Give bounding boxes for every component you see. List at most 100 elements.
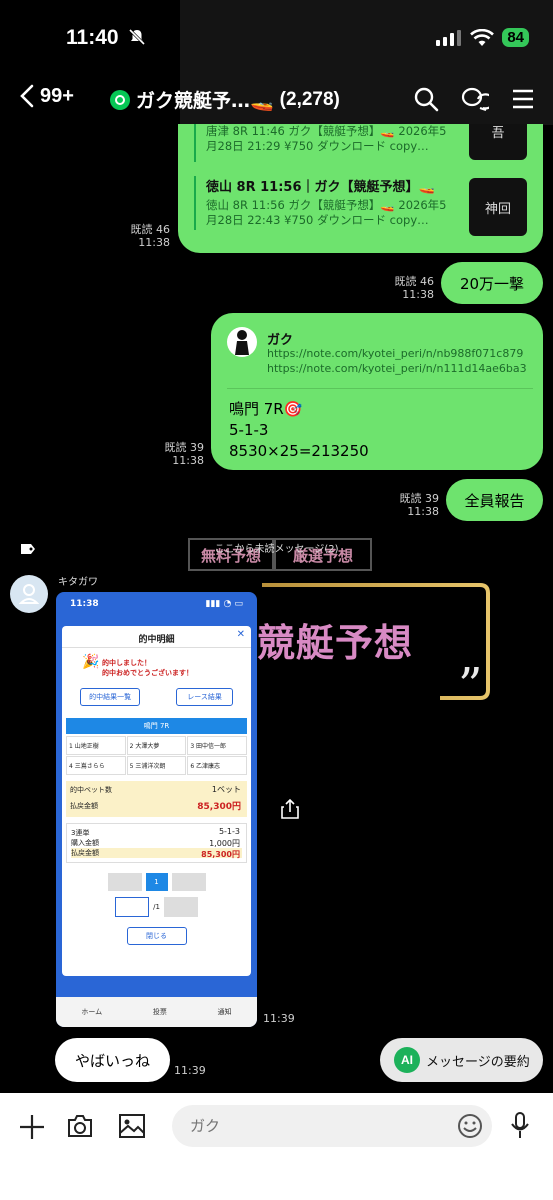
image-close-btn: 閉じる bbox=[126, 927, 187, 945]
message-text: 鳴門 7R🎯 5-1-3 8530×25=213250 bbox=[229, 399, 369, 462]
chat-title[interactable]: ガク競艇予…🚤 (2,278) bbox=[110, 86, 340, 113]
emoji-icon[interactable] bbox=[457, 1113, 483, 1139]
unread-count: 99+ bbox=[40, 84, 74, 107]
microphone-icon[interactable] bbox=[509, 1111, 531, 1141]
image-sheet-title: 的中明細 bbox=[62, 626, 251, 648]
menu-icon[interactable] bbox=[511, 86, 535, 112]
link-card-desc: 唐津 8R 11:46 ガク【競艇予想】🚤 2026年5 bbox=[206, 124, 447, 138]
link-cards-bubble[interactable]: 唐津 8R 11:46 ガク【競艇予想】🚤 2026年5 月28日 21:29 … bbox=[178, 124, 543, 253]
message-meta: 既読 46 11:38 bbox=[120, 223, 171, 249]
summary-button[interactable]: AI メッセージの要約 bbox=[380, 1038, 543, 1082]
image-btn-list: 的中結果一覧 bbox=[80, 688, 141, 706]
image-pager: 1 bbox=[62, 873, 251, 891]
message-input[interactable] bbox=[172, 1105, 492, 1147]
read-count: 既読 46 bbox=[394, 275, 435, 288]
search-icon[interactable] bbox=[413, 86, 439, 112]
status-time: 11:40 bbox=[66, 26, 146, 50]
message-line: 鳴門 7R🎯 bbox=[229, 400, 303, 418]
image-congrats-2: 的中おめでとうございます！ bbox=[102, 669, 193, 677]
sender-avatar[interactable] bbox=[10, 575, 48, 613]
link-url[interactable]: https://note.com/kyotei_peri/n/nb988f071… bbox=[267, 347, 523, 360]
link-author: ガク bbox=[267, 333, 294, 348]
link-card-title: 徳山 8R 11:56｜ガク【競艇予想】🚤 bbox=[206, 180, 435, 195]
image-status-bar: 11:38 ▮▮▮ ◔ ▭ bbox=[56, 592, 257, 616]
message-time: 11:38 bbox=[172, 454, 204, 467]
unread-divider: ここから未読メッセージ(2) bbox=[0, 540, 553, 555]
message-meta: 既読 39 11:38 bbox=[154, 441, 205, 467]
link-card-desc: 月28日 21:29 ¥750 ダウンロード copy… bbox=[206, 139, 429, 153]
link-card-thumbnail: 吾 bbox=[469, 124, 527, 160]
read-count: 既読 39 bbox=[164, 441, 205, 454]
image-pay2-value: 85,300円 bbox=[201, 850, 240, 859]
image-page: 1 bbox=[145, 873, 168, 891]
sender-name: キタガワ bbox=[58, 577, 98, 588]
image-sheet: 的中明細 ✕ 的中しました！ 的中おめでとうございます！ 🎉 的中結果一覧 レー… bbox=[62, 626, 251, 976]
image-racer: 4 三嶌さらら bbox=[66, 756, 126, 775]
image-racers: 1 山地正樹 2 大澤大夢 3 田中信一郎 4 三嶌さらら 5 三浦洋次朗 6 … bbox=[66, 736, 247, 775]
background-headline: 競艇予想 bbox=[257, 620, 414, 665]
incoming-message[interactable]: やばいっね bbox=[55, 1038, 171, 1082]
message-bubble[interactable]: 全員報告 bbox=[446, 479, 543, 521]
image-racer: 3 田中信一郎 bbox=[187, 736, 247, 755]
image-bet-type: 3連単 bbox=[71, 829, 90, 837]
image-buy-value: 1,000円 bbox=[209, 839, 240, 848]
link-card-thumbnail: 神回 bbox=[469, 178, 527, 236]
unread-divider-text: ここから未読メッセージ(2) bbox=[214, 544, 339, 555]
image-btn-result: レース結果 bbox=[176, 688, 233, 706]
image-close-icon: ✕ bbox=[236, 629, 245, 640]
image-tab-home: ホーム bbox=[81, 1008, 103, 1016]
image-message[interactable]: 11:38 ▮▮▮ ◔ ▭ 的中明細 ✕ 的中しました！ 的中おめでとうございま… bbox=[56, 592, 257, 1027]
image-racer: 1 山地正樹 bbox=[66, 736, 126, 755]
input-bar bbox=[0, 1093, 553, 1200]
image-buttons: 的中結果一覧 レース結果 bbox=[62, 688, 251, 706]
plus-icon[interactable] bbox=[18, 1113, 46, 1141]
wifi-icon bbox=[470, 28, 495, 46]
message-meta: 既読 39 11:38 bbox=[389, 492, 440, 518]
image-tabbar: ホーム 投票 通知 bbox=[56, 997, 257, 1027]
link-preview-bubble[interactable]: ガク https://note.com/kyotei_peri/n/nb988f… bbox=[211, 313, 543, 470]
image-hit-box: 的中ベット数 1ベット 払戻金額 85,300円 bbox=[66, 781, 247, 817]
link-preview-header[interactable]: ガク https://note.com/kyotei_peri/n/nb988f… bbox=[227, 327, 533, 389]
message-time: 11:39 bbox=[263, 1012, 295, 1025]
status-time-text: 11:40 bbox=[66, 26, 119, 49]
camera-icon[interactable] bbox=[66, 1113, 94, 1139]
ai-icon: AI bbox=[394, 1047, 420, 1073]
image-icon[interactable] bbox=[118, 1113, 146, 1139]
openchat-icon bbox=[110, 89, 130, 110]
link-card-desc: 徳山 8R 11:56 ガク【競艇予想】🚤 2026年5 bbox=[206, 198, 447, 212]
image-page-input: /1 bbox=[62, 897, 251, 917]
read-count: 既読 39 bbox=[399, 492, 440, 505]
message-bubble[interactable]: 20万一撃 bbox=[441, 262, 543, 304]
image-congrats-1: 的中しました！ bbox=[102, 659, 151, 667]
link-url[interactable]: https://note.com/kyotei_peri/n/n111d14ae… bbox=[267, 362, 527, 375]
chat-name: ガク競艇予…🚤 bbox=[136, 90, 274, 112]
share-icon[interactable] bbox=[280, 798, 300, 820]
status-bar: 11:40 84 bbox=[0, 0, 553, 80]
message-meta: 既読 46 11:38 bbox=[384, 275, 435, 301]
image-race: 鳴門 7R bbox=[66, 718, 247, 734]
image-tab-vote: 投票 bbox=[152, 1008, 167, 1016]
image-time: 11:38 bbox=[70, 599, 99, 609]
message-time: 11:38 bbox=[402, 288, 434, 301]
image-page-total: /1 bbox=[153, 903, 160, 911]
signal-icon bbox=[436, 29, 462, 46]
message-time: 11:38 bbox=[138, 236, 170, 249]
image-racer: 5 三浦洋次朗 bbox=[126, 756, 187, 775]
link-card-desc: 月28日 22:43 ¥750 ダウンロード copy… bbox=[206, 213, 429, 227]
message-text: 20万一撃 bbox=[459, 274, 525, 293]
read-count: 既読 46 bbox=[130, 223, 171, 236]
message-text: 全員報告 bbox=[464, 491, 525, 510]
image-pay-value: 85,300円 bbox=[197, 802, 241, 812]
mute-bell-icon bbox=[129, 28, 146, 46]
status-icons: 84 bbox=[436, 28, 529, 47]
battery-indicator: 84 bbox=[502, 28, 529, 47]
image-tab-notice: 通知 bbox=[217, 1008, 232, 1016]
chat-header: 99+ ガク競艇予…🚤 (2,278) bbox=[0, 80, 553, 122]
image-party-icon: 🎉 bbox=[82, 654, 100, 670]
person-icon bbox=[19, 584, 39, 604]
back-button[interactable]: 99+ bbox=[20, 84, 74, 108]
header-actions bbox=[413, 86, 535, 112]
message-text: やばいっね bbox=[75, 1051, 151, 1070]
member-count: (2,278) bbox=[279, 88, 340, 110]
chat-bubbles-icon[interactable] bbox=[461, 86, 489, 112]
